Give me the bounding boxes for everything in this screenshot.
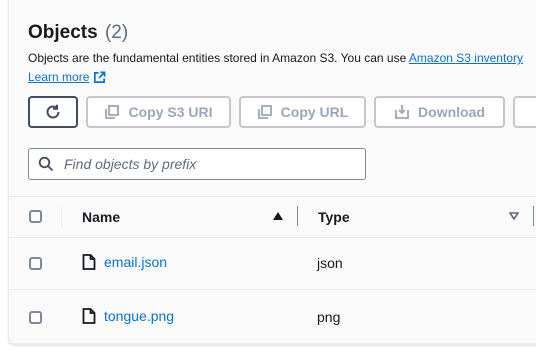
file-link[interactable]: tongue.png: [82, 308, 174, 324]
description: Objects are the fundamental entities sto…: [28, 51, 523, 65]
sort-ascending-icon[interactable]: [273, 212, 283, 220]
row-checkbox[interactable]: [29, 257, 42, 270]
file-name[interactable]: email.json: [104, 254, 167, 270]
download-label: Download: [418, 104, 485, 120]
column-resize-handle[interactable]: [533, 206, 534, 226]
select-all-checkbox[interactable]: [29, 210, 42, 223]
download-button[interactable]: Download: [374, 96, 505, 128]
refresh-button[interactable]: [28, 96, 78, 128]
more-actions-button[interactable]: [513, 96, 536, 128]
file-type: png: [317, 309, 341, 325]
copy-s3-uri-button[interactable]: Copy S3 URI: [86, 96, 231, 128]
inventory-link[interactable]: Amazon S3 inventory: [409, 51, 523, 65]
sort-icon[interactable]: [509, 212, 519, 220]
copy-url-label: Copy URL: [280, 104, 349, 120]
file-icon: [82, 254, 96, 270]
learn-more-text[interactable]: Learn more: [28, 70, 89, 84]
search-icon: [38, 156, 54, 172]
external-link-icon: [94, 71, 106, 83]
download-icon: [395, 105, 409, 119]
file-icon: [82, 308, 96, 324]
file-type: json: [317, 255, 343, 271]
column-resize-handle[interactable]: [297, 206, 298, 226]
table-row[interactable]: email.json json: [8, 236, 536, 290]
copy-icon: [105, 105, 120, 119]
table-row[interactable]: tongue.png png: [8, 290, 536, 344]
learn-more-link[interactable]: Learn more: [28, 70, 106, 84]
column-header-name[interactable]: Name: [82, 209, 120, 225]
refresh-icon: [46, 104, 60, 119]
column-header-type[interactable]: Type: [318, 209, 350, 225]
search-field[interactable]: [28, 148, 366, 180]
file-name[interactable]: tongue.png: [104, 308, 174, 324]
search-input[interactable]: [62, 155, 346, 173]
description-text: Objects are the fundamental entities sto…: [28, 51, 409, 65]
copy-s3-uri-label: Copy S3 URI: [128, 104, 213, 120]
column-divider: [61, 207, 62, 227]
file-link[interactable]: email.json: [82, 254, 167, 270]
copy-icon: [257, 105, 272, 119]
row-checkbox[interactable]: [29, 311, 42, 324]
title-text: Objects: [28, 22, 98, 43]
table-header: Name Type: [8, 196, 536, 238]
object-count: (2): [104, 22, 129, 43]
copy-url-button[interactable]: Copy URL: [239, 96, 366, 128]
page-title: Objects (2): [28, 22, 128, 44]
